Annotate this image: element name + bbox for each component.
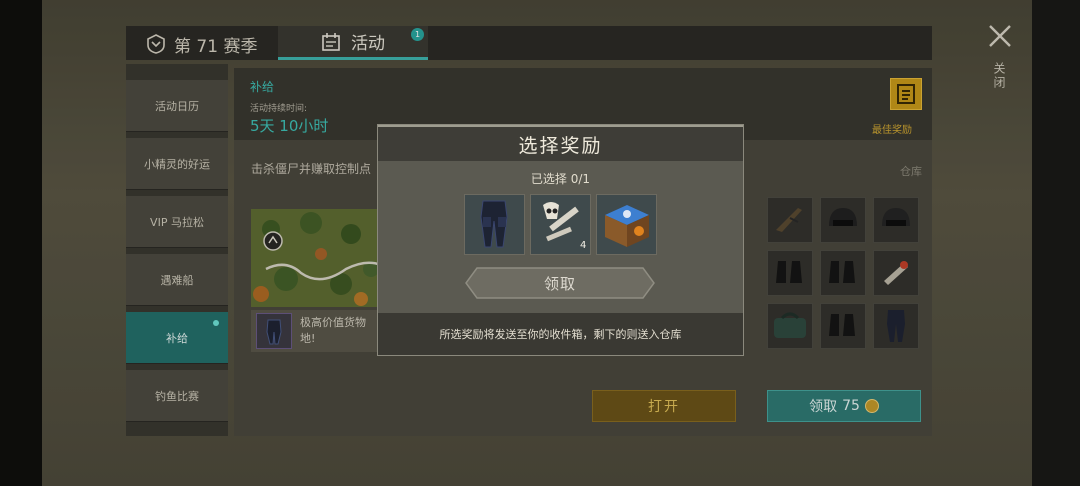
reward-option-crate[interactable] xyxy=(596,194,657,255)
dialog-title: 选择奖励 xyxy=(378,125,743,161)
dialog-footer-note: 所选奖励将发送至你的收件箱，剩下的则送入仓库 xyxy=(378,313,743,355)
armored-pants-icon xyxy=(480,200,508,248)
blue-crate-icon xyxy=(605,205,649,247)
reward-quantity: 4 xyxy=(580,240,587,251)
receive-button[interactable]: 领取 xyxy=(465,267,655,299)
selected-count: 已选择 0/1 xyxy=(530,172,591,186)
reward-option-pants[interactable] xyxy=(464,194,525,255)
